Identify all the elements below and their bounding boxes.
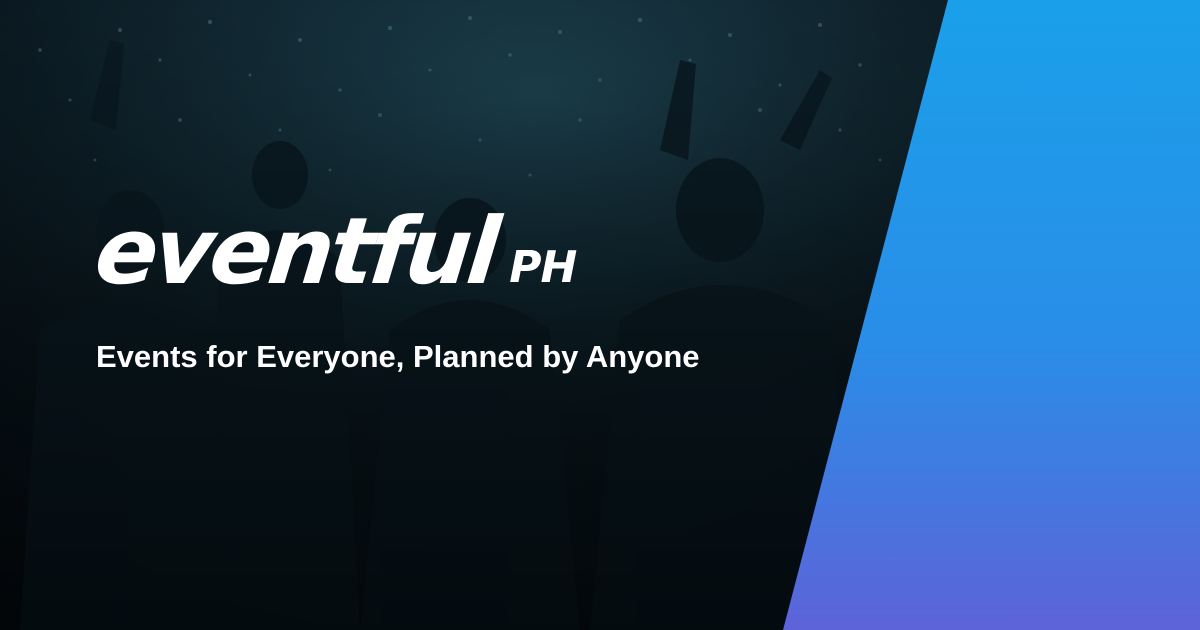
logo-wordmark: eventful <box>90 198 501 305</box>
brand-logo: eventful PH <box>90 198 577 305</box>
tagline: Events for Everyone, Planned by Anyone <box>96 339 700 374</box>
logo-suffix: PH <box>509 242 577 293</box>
og-banner: eventful PH Events for Everyone, Planned… <box>0 0 1200 630</box>
blue-gradient-panel <box>783 0 1200 630</box>
